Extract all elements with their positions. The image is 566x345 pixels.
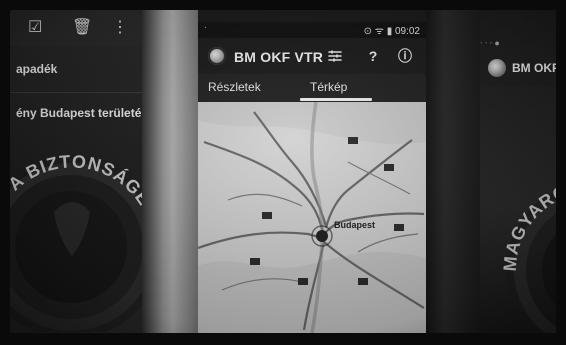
right-app-logo[interactable]	[488, 59, 506, 77]
left-list-item-2[interactable]: ény Budapest területén	[16, 106, 142, 120]
status-left: ᐧ	[204, 23, 207, 34]
right-phone: ᐧ ᐧ ᐧ ● BM OKF VTR MAGYARORSZÁG SZOLG	[480, 10, 556, 333]
road-shield-4	[250, 258, 260, 265]
info-icon[interactable]: ⓘ	[396, 47, 414, 65]
tab-bar: Részletek Térkép	[198, 74, 426, 102]
left-divider	[10, 92, 142, 93]
more-vert-icon[interactable]: ⋮	[112, 20, 128, 36]
right-seal: MAGYARORSZÁG SZOLG	[480, 117, 556, 333]
right-app-title: BM OKF VTR	[512, 61, 556, 75]
photo-region: ☑ 🗑 ⋮ apadék ény Budapest területén ÁTÁB…	[10, 10, 556, 333]
right-app-bar: BM OKF VTR	[480, 50, 556, 86]
map-svg[interactable]: Budapest	[198, 102, 426, 333]
checkbox-icon[interactable]: ☑	[28, 20, 42, 36]
road-shield-2	[384, 164, 394, 171]
help-icon[interactable]: ?	[364, 47, 382, 65]
road-shield-3	[394, 224, 404, 231]
status-bar: ᐧ ⊙ ᯤ ▮ 09:02	[198, 22, 426, 38]
center-gap	[142, 10, 198, 333]
road-shield-7	[262, 212, 272, 219]
left-seal: ÁTÁBAN A BIZTONSÁGÉRT	[10, 80, 142, 333]
city-marker[interactable]	[316, 230, 328, 242]
tab-map-label: Térkép	[310, 80, 348, 94]
tab-details[interactable]: Részletek	[208, 80, 261, 94]
left-action-bar: ☑ 🗑 ⋮	[10, 10, 142, 46]
left-list-item-1-label: apadék	[16, 62, 58, 76]
app-bar: BM OKF VTR ? ⓘ	[198, 38, 426, 74]
center-phone: ᐧ ⊙ ᯤ ▮ 09:02 BM OKF VTR ? ⓘ Részletek T…	[198, 22, 426, 333]
city-label: Budapest	[334, 220, 375, 230]
left-list-item-1[interactable]: apadék	[16, 62, 142, 76]
tab-details-label: Részletek	[208, 80, 261, 94]
road-shield-6	[358, 278, 368, 285]
tab-map[interactable]: Térkép	[310, 80, 347, 94]
screenshot-frame: ☑ 🗑 ⋮ apadék ény Budapest területén ÁTÁB…	[0, 0, 566, 345]
road-shield-1	[348, 137, 358, 144]
trash-icon[interactable]: 🗑	[72, 20, 92, 36]
app-logo[interactable]	[208, 47, 226, 65]
left-phone: ☑ 🗑 ⋮ apadék ény Budapest területén ÁTÁB…	[10, 10, 142, 333]
right-seal-svg: MAGYARORSZÁG SZOLG	[480, 117, 556, 333]
filter-icon[interactable]	[326, 47, 344, 65]
app-title: BM OKF VTR	[234, 49, 324, 65]
left-list-item-2-label: ény Budapest területén	[16, 106, 142, 120]
filter-icon-svg	[328, 50, 342, 62]
map-view[interactable]: Budapest	[198, 102, 426, 333]
left-seal-svg: ÁTÁBAN A BIZTONSÁGÉRT	[10, 80, 142, 333]
road-shield-5	[298, 278, 308, 285]
right-status: ᐧ ᐧ ᐧ ●	[480, 38, 500, 48]
right-gap	[426, 10, 480, 333]
status-right: ⊙ ᯤ ▮ 09:02	[363, 26, 420, 37]
active-tab-indicator	[300, 98, 372, 101]
